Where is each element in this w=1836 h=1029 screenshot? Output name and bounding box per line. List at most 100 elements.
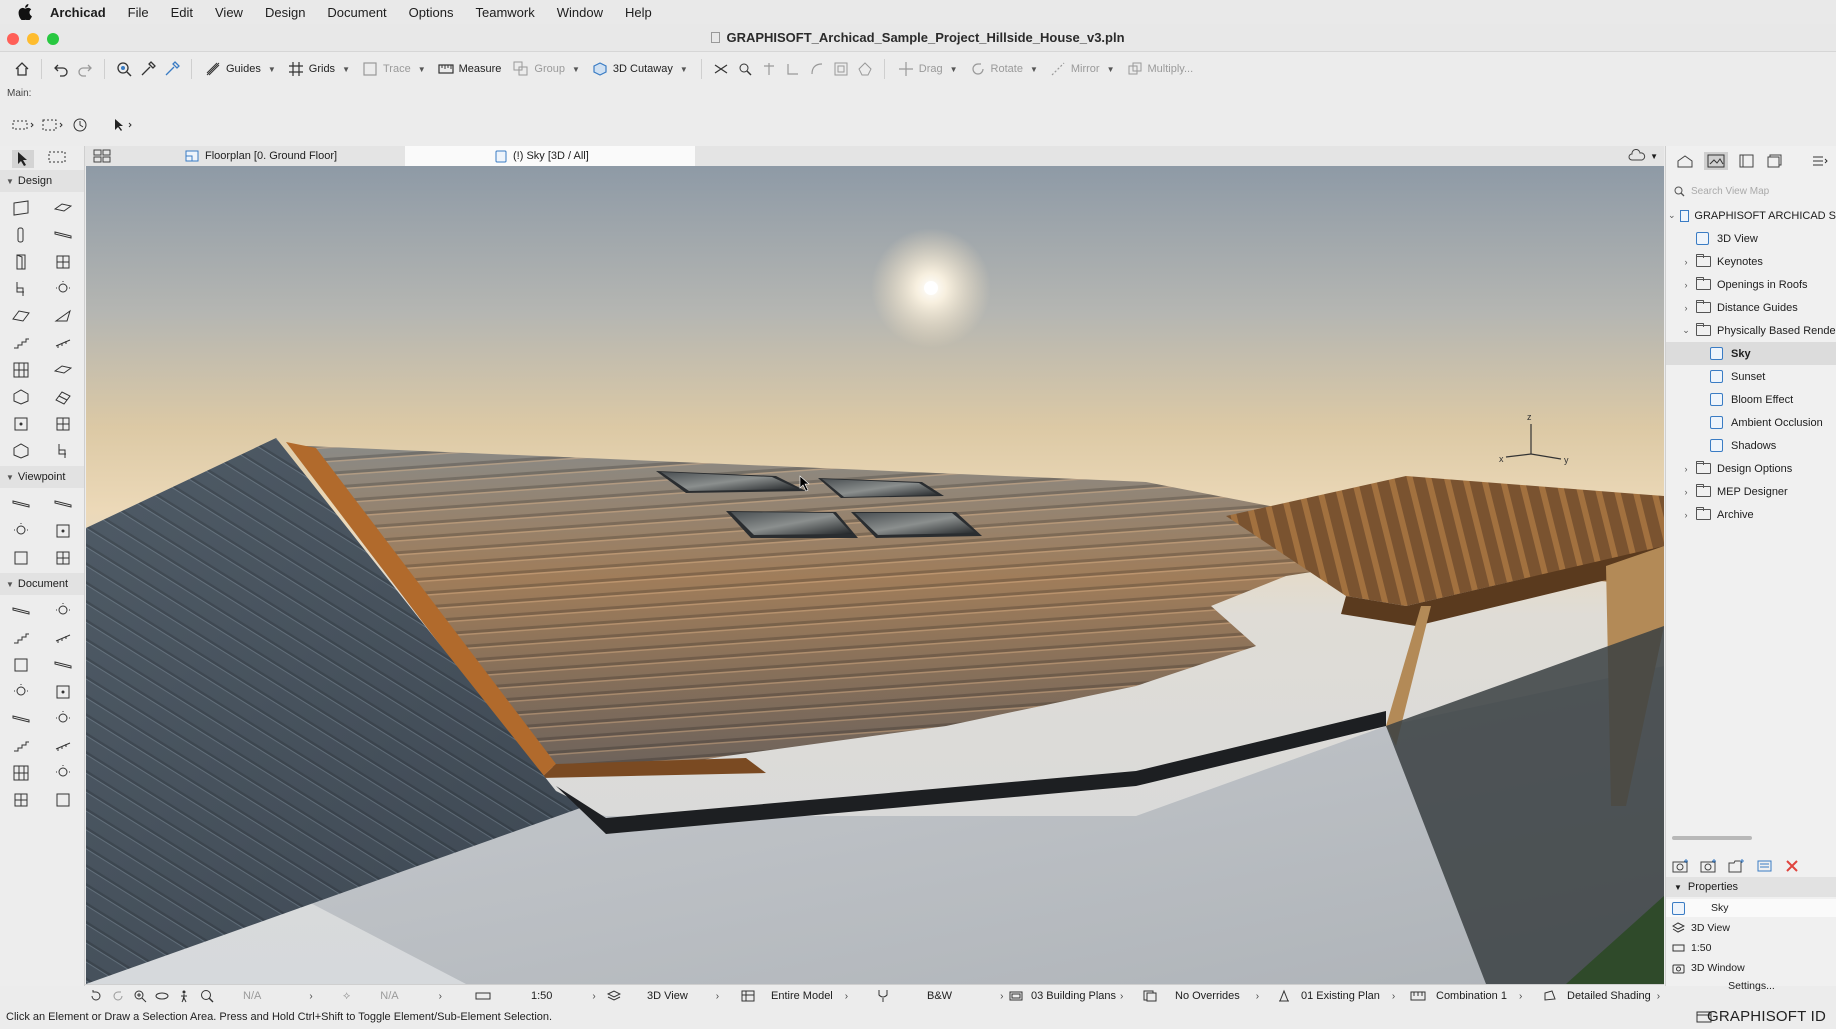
- radial-dimension-tool-icon[interactable]: [0, 626, 42, 649]
- quick-option-combination[interactable]: Combination 1 ›: [1410, 985, 1522, 1007]
- split-icon[interactable]: [711, 59, 731, 79]
- quick-option-scale[interactable]: 1:50 ›: [475, 985, 596, 1007]
- toolbox-section-viewpoint[interactable]: ▼ Viewpoint: [0, 466, 84, 488]
- tree-item-bloom-effect[interactable]: Bloom Effect: [1666, 388, 1836, 411]
- chevron-right-icon[interactable]: ›: [1680, 303, 1692, 313]
- quick-option-na-1[interactable]: N/A ›: [243, 985, 313, 1007]
- tree-folder-design-options[interactable]: › Design Options: [1666, 457, 1836, 480]
- chevron-right-icon[interactable]: ›: [1680, 510, 1692, 520]
- chevron-down-icon[interactable]: ▼: [950, 65, 958, 74]
- menu-file[interactable]: File: [117, 5, 160, 20]
- tree-item-shadows[interactable]: Shadows: [1666, 434, 1836, 457]
- tab-floorplan[interactable]: Floorplan [0. Ground Floor]: [177, 146, 405, 166]
- tree-folder-mep-designer[interactable]: › MEP Designer: [1666, 480, 1836, 503]
- chevron-down-icon[interactable]: ▼: [1107, 65, 1115, 74]
- polyline-tool-icon[interactable]: [0, 734, 42, 757]
- wall-end-tool-icon[interactable]: [42, 412, 84, 435]
- drag-button[interactable]: Drag ▼: [894, 56, 962, 82]
- stair-tool-icon[interactable]: [0, 331, 42, 354]
- menu-app-name[interactable]: Archicad: [50, 5, 117, 20]
- view-settings-icon[interactable]: [1756, 858, 1774, 874]
- chevron-down-icon[interactable]: ▼: [680, 65, 688, 74]
- new-folder-icon[interactable]: [1728, 858, 1746, 874]
- fill-tool-icon[interactable]: [42, 680, 84, 703]
- line-tool-icon[interactable]: [0, 707, 42, 730]
- tree-item-sky[interactable]: Sky: [1666, 342, 1836, 365]
- grids-button[interactable]: Grids ▼: [284, 56, 354, 82]
- apple-icon[interactable]: [0, 4, 50, 20]
- marquee-icon[interactable]: [12, 118, 34, 132]
- project-map-icon[interactable]: [1676, 154, 1694, 168]
- hotspot-tool-icon[interactable]: [42, 761, 84, 784]
- skylight-tool-icon[interactable]: [42, 358, 84, 381]
- graphisoft-id-button[interactable]: GRAPHISOFT ID: [1707, 1008, 1826, 1025]
- measure-button[interactable]: Measure: [434, 56, 506, 82]
- undo-zoom-icon[interactable]: [89, 989, 103, 1003]
- menu-edit[interactable]: Edit: [160, 5, 204, 20]
- mirror-button[interactable]: Mirror ▼: [1046, 56, 1119, 82]
- selection-rect-icon[interactable]: [42, 118, 64, 132]
- detail-tool-icon[interactable]: [0, 546, 42, 569]
- dimension-tool-icon[interactable]: [0, 599, 42, 622]
- quick-option-pen-set[interactable]: B&W ›: [877, 985, 1003, 1007]
- menu-view[interactable]: View: [204, 5, 254, 20]
- orbit-icon[interactable]: [155, 989, 169, 1003]
- mesh-tool-icon[interactable]: [42, 385, 84, 408]
- tree-item-ambient-occlusion[interactable]: Ambient Occlusion: [1666, 411, 1836, 434]
- intersect-icon[interactable]: [759, 59, 779, 79]
- elevation-tool-icon[interactable]: [42, 492, 84, 515]
- view-map-icon[interactable]: [1704, 152, 1728, 170]
- adjust-icon[interactable]: [735, 59, 755, 79]
- tab-options-button[interactable]: ▼: [1627, 149, 1658, 163]
- group-button[interactable]: Group ▼: [509, 56, 584, 82]
- quick-option-shading[interactable]: Detailed Shading ›: [1543, 985, 1660, 1007]
- quick-option-overrides[interactable]: No Overrides ›: [1143, 985, 1259, 1007]
- tab-overview-icon[interactable]: [93, 149, 111, 163]
- drawing-tool-icon[interactable]: [42, 788, 84, 811]
- publisher-sets-icon[interactable]: [1766, 154, 1784, 168]
- tree-folder-distance-guides[interactable]: › Distance Guides: [1666, 296, 1836, 319]
- chevron-right-icon[interactable]: ›: [1680, 257, 1692, 267]
- morph-tool-icon[interactable]: [0, 385, 42, 408]
- text-tool-icon[interactable]: [0, 653, 42, 676]
- marquee-tool-icon[interactable]: [48, 150, 66, 168]
- properties-header[interactable]: ▼ Properties: [1666, 877, 1836, 897]
- chevron-down-icon[interactable]: ⌄: [1668, 210, 1676, 221]
- shell-tool-icon[interactable]: [42, 304, 84, 327]
- menu-document[interactable]: Document: [316, 5, 397, 20]
- object-tool-icon[interactable]: [0, 277, 42, 300]
- tree-folder-keynotes[interactable]: › Keynotes: [1666, 250, 1836, 273]
- marker-tool-icon[interactable]: [0, 680, 42, 703]
- wall-tool-icon[interactable]: [0, 196, 42, 219]
- figure-tool-icon[interactable]: [0, 788, 42, 811]
- save-view-icon[interactable]: [1672, 858, 1690, 874]
- delete-view-icon[interactable]: [1784, 858, 1800, 874]
- settings-button[interactable]: Settings...: [1666, 980, 1836, 992]
- property-name-row[interactable]: Sky: [1666, 899, 1836, 917]
- undo-icon[interactable]: [51, 59, 71, 79]
- toolbox-section-design[interactable]: ▼ Design: [0, 170, 84, 192]
- elevate-icon[interactable]: [855, 59, 875, 79]
- interior-elevation-tool-icon[interactable]: [0, 519, 42, 542]
- angle-dimension-tool-icon[interactable]: [42, 626, 84, 649]
- zone-tool-icon[interactable]: [0, 412, 42, 435]
- menu-window[interactable]: Window: [546, 5, 614, 20]
- tree-folder-archive[interactable]: › Archive: [1666, 503, 1836, 526]
- fillet-icon[interactable]: [807, 59, 827, 79]
- redo-icon[interactable]: [75, 59, 95, 79]
- explore-icon[interactable]: [177, 989, 191, 1003]
- spline-tool-icon[interactable]: [42, 734, 84, 757]
- tree-item-3d-view[interactable]: 3D View: [1666, 227, 1836, 250]
- menu-options[interactable]: Options: [398, 5, 465, 20]
- column-tool-icon[interactable]: [0, 223, 42, 246]
- section-tool-icon[interactable]: [0, 492, 42, 515]
- toolbox-section-document[interactable]: ▼ Document: [0, 573, 84, 595]
- quick-option-renovation[interactable]: 01 Existing Plan ›: [1277, 985, 1395, 1007]
- trim-icon[interactable]: [783, 59, 803, 79]
- chevron-down-icon[interactable]: ▼: [572, 65, 580, 74]
- quick-option-view[interactable]: 3D View ›: [607, 985, 719, 1007]
- chevron-down-icon[interactable]: ▼: [1030, 65, 1038, 74]
- navigator-scrollbar[interactable]: [1672, 836, 1752, 840]
- camera-tool-icon[interactable]: [42, 546, 84, 569]
- layout-book-icon[interactable]: [1738, 154, 1756, 168]
